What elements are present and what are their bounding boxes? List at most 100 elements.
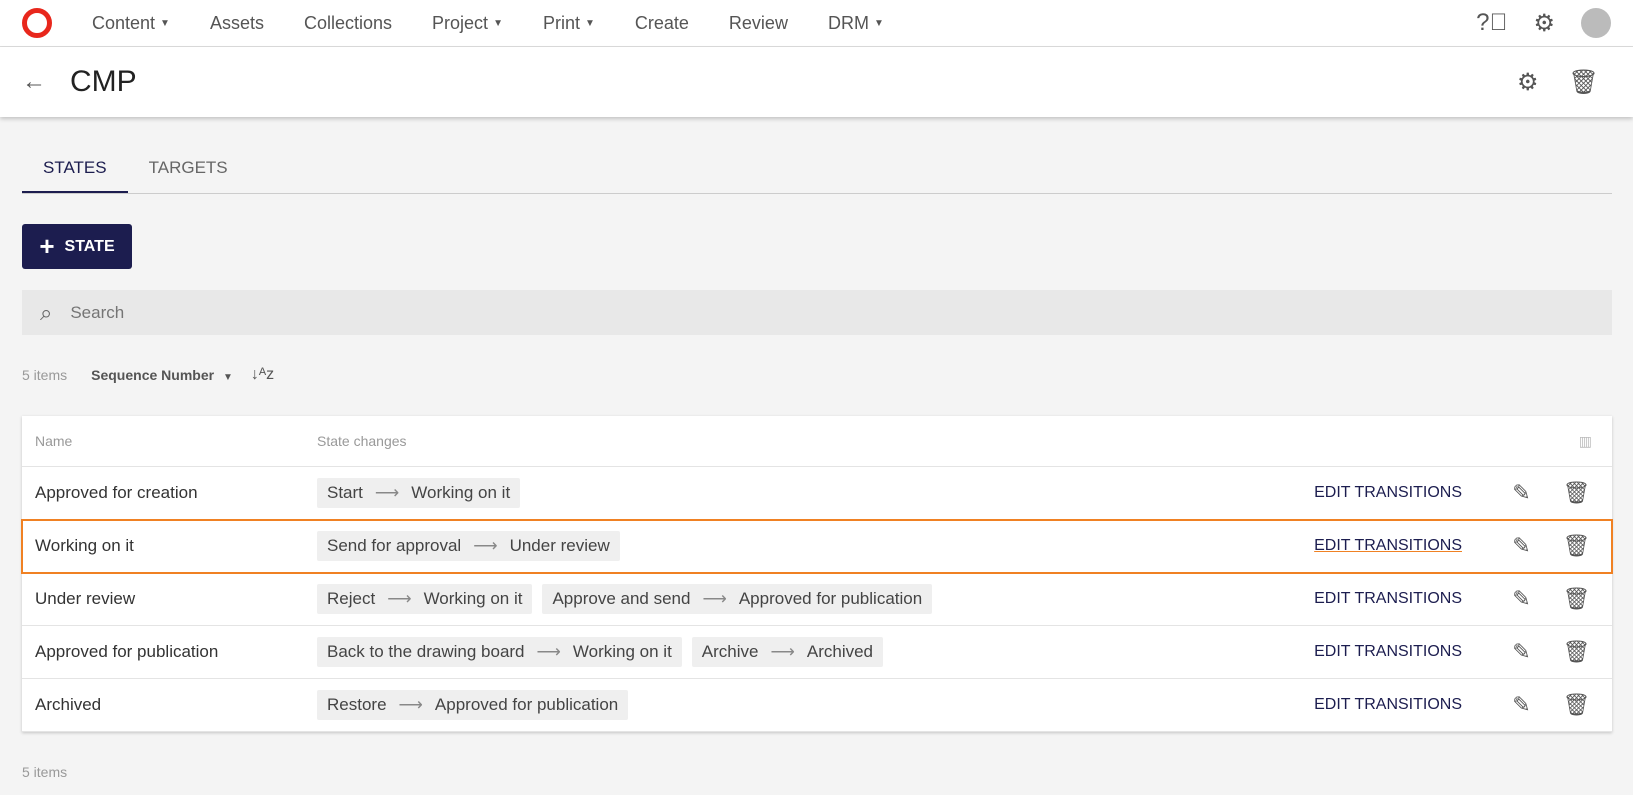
nav-label: DRM xyxy=(827,12,869,33)
search-input[interactable] xyxy=(70,302,1612,323)
gear-icon[interactable]: ⚙ xyxy=(1533,9,1555,38)
transition-action: Archive xyxy=(701,642,759,661)
add-state-label: STATE xyxy=(64,237,115,255)
nav-item-drm[interactable]: DRM ▼ xyxy=(828,13,884,34)
caret-down-icon: ▼ xyxy=(584,17,595,29)
state-name: Approved for creation xyxy=(35,483,198,502)
arrow-right-icon: ⟶ xyxy=(473,536,498,555)
state-name: Under review xyxy=(35,589,136,608)
arrow-right-icon: ⟶ xyxy=(374,483,400,502)
nav-item-assets[interactable]: Assets xyxy=(210,13,264,34)
search-icon: ⌕ xyxy=(40,299,53,325)
state-change-chip: Restore ⟶ Approved for publication xyxy=(317,690,629,720)
transition-action: Reject xyxy=(327,589,376,608)
transition-target: Approved for publication xyxy=(738,589,923,608)
sort-dropdown[interactable]: Sequence Number ▼ xyxy=(91,367,233,383)
settings-gear-icon[interactable]: ⚙ xyxy=(1517,68,1539,97)
transition-action: Start xyxy=(327,483,363,502)
avatar[interactable] xyxy=(1581,8,1611,38)
caret-down-icon: ▼ xyxy=(493,17,503,29)
nav-label: Project xyxy=(432,12,489,33)
delete-trash-icon[interactable]: 🗑 xyxy=(1549,639,1604,665)
transition-target: Working on it xyxy=(572,642,672,661)
edit-transitions-link[interactable]: EDIT TRANSITIONS xyxy=(1314,643,1462,661)
sort-direction-icon[interactable]: ↓ᴬz xyxy=(251,366,274,384)
nav-item-create[interactable]: Create xyxy=(635,13,689,34)
add-state-button[interactable]: + STATE xyxy=(22,224,132,269)
nav-item-content[interactable]: Content ▼ xyxy=(92,13,170,34)
edit-transitions-link[interactable]: EDIT TRANSITIONS xyxy=(1314,484,1462,502)
arrow-right-icon: ⟶ xyxy=(536,642,561,661)
table-row: Archived Restore ⟶ Approved for publicatio… xyxy=(22,679,1612,732)
nav-label: Create xyxy=(634,12,689,33)
columns-icon[interactable]: ▥ xyxy=(1579,433,1592,450)
help-icon[interactable]: ?⃝ xyxy=(1476,9,1507,37)
delete-trash-icon[interactable]: 🗑 xyxy=(1549,692,1604,718)
caret-down-icon: ▼ xyxy=(222,372,233,383)
nav-label: Content xyxy=(92,12,156,33)
nav-label: Assets xyxy=(209,12,264,33)
plus-icon: + xyxy=(39,231,55,261)
state-name: Approved for publication xyxy=(35,642,219,661)
nav-label: Review xyxy=(728,12,788,33)
edit-transitions-link[interactable]: EDIT TRANSITIONS xyxy=(1314,537,1462,555)
nav-item-print[interactable]: Print ▼ xyxy=(543,13,595,34)
state-change-chip: Start ⟶ Working on it xyxy=(317,478,521,508)
transition-action: Send for approval xyxy=(327,536,462,555)
edit-transitions-link[interactable]: EDIT TRANSITIONS xyxy=(1314,696,1462,714)
caret-down-icon: ▼ xyxy=(873,17,884,29)
edit-pencil-icon[interactable]: ✎ xyxy=(1494,586,1549,612)
transition-target: Working on it xyxy=(411,483,511,502)
state-change-chip: Archive ⟶ Archived xyxy=(691,637,883,667)
sort-label: Sequence Number xyxy=(91,367,215,383)
page-title: CMP xyxy=(70,65,137,98)
state-change-chip: Send for approval ⟶ Under review xyxy=(317,531,620,561)
tab-targets[interactable]: TARGETS xyxy=(128,150,249,193)
state-change-chip: Approve and send ⟶ Approved for publicatio… xyxy=(542,584,933,614)
state-name: Archived xyxy=(35,695,102,714)
transition-action: Restore xyxy=(327,695,387,714)
states-table: Name State changes ▥ Approved for creati… xyxy=(21,416,1613,732)
arrow-right-icon: ⟶ xyxy=(702,589,727,608)
edit-pencil-icon[interactable]: ✎ xyxy=(1494,480,1549,506)
page-header: ← CMP ⚙ 🗑 xyxy=(0,47,1633,117)
back-arrow-icon[interactable]: ← xyxy=(22,68,46,96)
edit-pencil-icon[interactable]: ✎ xyxy=(1494,692,1549,718)
state-name: Working on it xyxy=(35,536,134,555)
state-change-chip: Reject ⟶ Working on it xyxy=(317,584,533,614)
logo[interactable] xyxy=(22,8,52,38)
transition-action: Approve and send xyxy=(552,589,691,608)
delete-trash-icon[interactable]: 🗑 xyxy=(1569,68,1599,97)
tab-states[interactable]: STATES xyxy=(22,150,128,193)
arrow-right-icon: ⟶ xyxy=(770,642,795,661)
table-row: Approved for publication Back to the dra… xyxy=(22,626,1612,679)
edit-transitions-link[interactable]: EDIT TRANSITIONS xyxy=(1314,590,1462,608)
item-count: 5 items xyxy=(22,367,68,383)
edit-pencil-icon[interactable]: ✎ xyxy=(1494,639,1549,665)
arrow-right-icon: ⟶ xyxy=(387,589,412,608)
transition-action: Back to the drawing board xyxy=(327,642,525,661)
table-row: Approved for creation Start ⟶ Working on i… xyxy=(22,467,1612,520)
delete-trash-icon[interactable]: 🗑 xyxy=(1549,480,1604,506)
caret-down-icon: ▼ xyxy=(160,17,170,29)
transition-target: Working on it xyxy=(423,589,523,608)
edit-pencil-icon[interactable]: ✎ xyxy=(1494,533,1549,559)
nav-item-collections[interactable]: Collections xyxy=(304,13,392,34)
transition-target: Archived xyxy=(806,642,873,661)
nav-label: Collections xyxy=(303,12,393,33)
transition-target: Under review xyxy=(509,536,610,555)
search-bar: ⌕ xyxy=(22,290,1612,335)
state-change-chip: Back to the drawing board ⟶ Working on it xyxy=(317,637,682,667)
footer-item-count: 5 items xyxy=(22,764,68,780)
column-header-name[interactable]: Name xyxy=(22,433,317,449)
transition-target: Approved for publication xyxy=(434,695,619,714)
table-row: Working on it Send for approval ⟶ Under re… xyxy=(21,519,1613,574)
nav-item-review[interactable]: Review xyxy=(729,13,788,34)
arrow-right-icon: ⟶ xyxy=(398,695,423,714)
tabs: STATES TARGETS xyxy=(22,150,1612,194)
nav-item-project[interactable]: Project ▼ xyxy=(432,13,503,34)
table-row: Under review Reject ⟶ Working on it Approve… xyxy=(22,573,1612,626)
delete-trash-icon[interactable]: 🗑 xyxy=(1549,586,1604,612)
column-header-state-changes: State changes xyxy=(317,433,407,449)
delete-trash-icon[interactable]: 🗑 xyxy=(1549,533,1604,559)
